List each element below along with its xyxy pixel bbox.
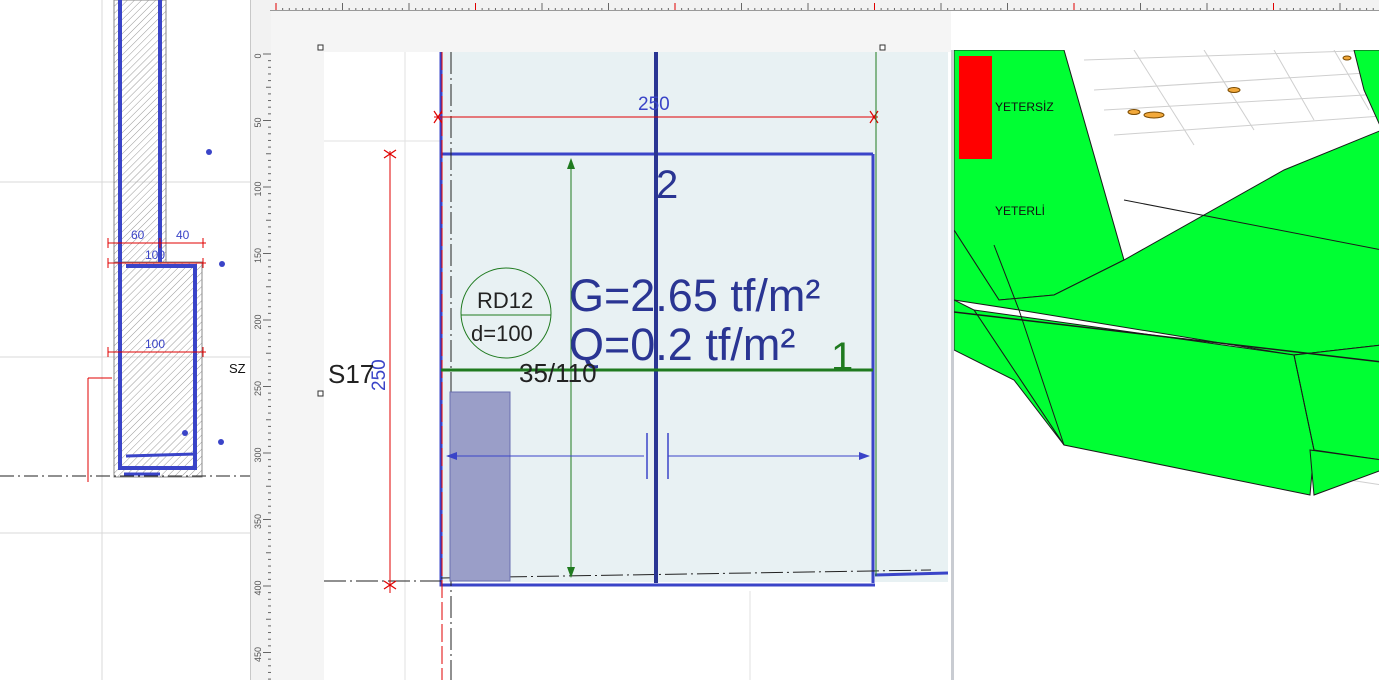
vertical-ruler-label: 250 [253, 381, 263, 396]
dim-40-label: 40 [176, 228, 190, 242]
section-detail-pane[interactable]: 60 40 100 100 SZ [0, 0, 250, 680]
vertical-ruler[interactable]: 0 50 100 150 200 250 300 350 400 450 [250, 0, 272, 680]
vertical-ruler-label: 100 [253, 181, 263, 196]
dim-top-250-label: 250 [638, 94, 670, 115]
insufficient-legend-swatch [959, 56, 992, 159]
horizontal-ruler[interactable] [270, 0, 1379, 11]
column-label: S17 [328, 359, 374, 389]
slab-plan-drawing: 250 250 RD12 d=100 2 G=2.65 tf/m² Q=0.2 … [317, 44, 951, 680]
vertical-ruler-label: 150 [253, 248, 263, 263]
sufficient-legend-label: YETERLİ [995, 204, 1046, 218]
horizontal-ruler-scale [275, 3, 1374, 10]
vertical-ruler-label: 300 [253, 447, 263, 462]
3d-model-view [954, 50, 1379, 496]
axis-2-label: 2 [656, 163, 678, 207]
vertical-ruler-label: 200 [253, 314, 263, 329]
vertical-ruler-label: 0 [253, 53, 263, 58]
load-q-label: Q=0.2 tf/m² [569, 319, 795, 370]
3d-view-panel[interactable]: YETERSİZ YETERLİ [951, 50, 1379, 680]
section-mark-label: SZ [229, 361, 246, 376]
vertical-ruler-scale: 0 50 100 150 200 250 300 350 400 450 [253, 53, 271, 680]
vertical-ruler-label: 350 [253, 514, 263, 529]
dim-100-top-label: 100 [145, 248, 165, 262]
dim-60-label: 60 [131, 228, 145, 242]
vertical-ruler-label: 50 [253, 117, 263, 127]
vertical-ruler-label: 400 [253, 580, 263, 595]
insufficient-legend-label: YETERSİZ [995, 100, 1054, 114]
beam-size-label: 35/110 [519, 358, 597, 388]
dim-100-mid-label: 100 [145, 337, 165, 351]
section-detail-drawing: 60 40 100 100 SZ [0, 0, 250, 680]
rebar-bottom-label: d=100 [471, 321, 533, 346]
vertical-ruler-label: 450 [253, 647, 263, 662]
rebar-top-label: RD12 [477, 288, 533, 313]
load-g-label: G=2.65 tf/m² [569, 270, 820, 321]
panel-1-label: 1 [831, 335, 853, 379]
plan-canvas[interactable]: 250 250 RD12 d=100 2 G=2.65 tf/m² Q=0.2 … [271, 11, 951, 680]
